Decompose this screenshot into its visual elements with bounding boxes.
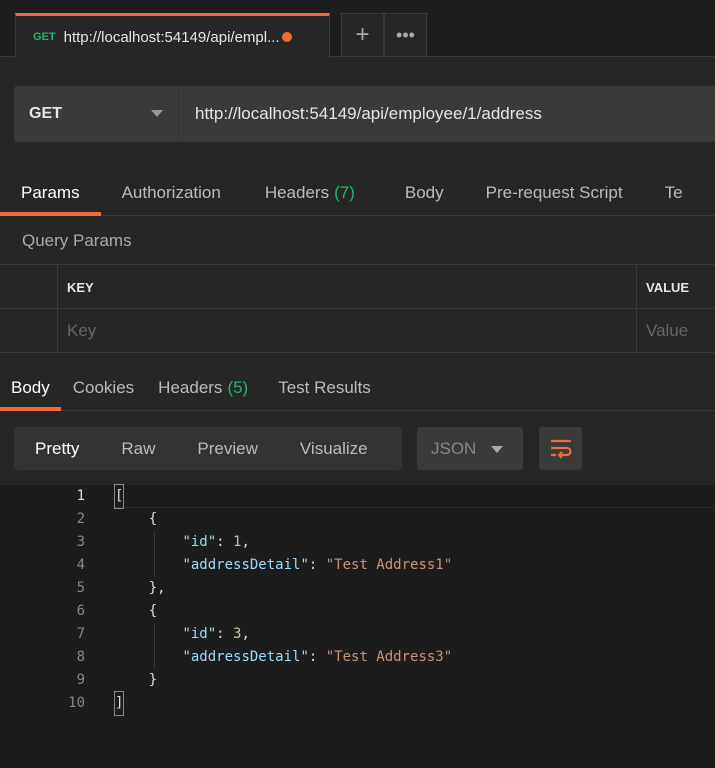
tab-headers[interactable]: Headers (7) <box>242 170 376 215</box>
chevron-down-icon <box>151 110 163 117</box>
response-body-editor[interactable]: 1 2 3 4 5 6 7 8 9 10 [ { "id": 1, "addre… <box>0 484 715 768</box>
code-line: [ <box>113 484 125 509</box>
format-select[interactable]: JSON <box>417 427 523 470</box>
view-visualize[interactable]: Visualize <box>279 439 389 459</box>
line-number: 9 <box>76 672 85 688</box>
tab-label: Te <box>664 182 683 202</box>
tab-body[interactable]: Body <box>376 170 465 215</box>
ellipsis-icon: ••• <box>396 24 415 45</box>
tab-label: Headers <box>264 182 330 202</box>
headers-count: (7) <box>334 182 355 202</box>
line-number: 1 <box>76 488 85 504</box>
url-input[interactable]: http://localhost:54149/api/employee/1/ad… <box>179 86 715 142</box>
line-number: 8 <box>76 649 85 665</box>
view-raw[interactable]: Raw <box>100 439 176 459</box>
format-value: JSON <box>431 438 477 458</box>
new-tab-button[interactable]: + <box>341 13 384 57</box>
json-key: "id" <box>182 626 217 642</box>
tab-label: Headers <box>158 377 223 397</box>
json-number: 3 <box>233 626 242 642</box>
view-mode-group: Pretty Raw Preview Visualize <box>14 427 402 470</box>
line-number: 7 <box>76 626 85 642</box>
code-line: "addressDetail": "Test Address1" <box>182 557 453 573</box>
query-params-title: Query Params <box>22 231 132 250</box>
code-line: } <box>115 672 158 688</box>
view-pretty[interactable]: Pretty <box>14 439 100 459</box>
line-number: 10 <box>68 695 85 711</box>
response-tabs: Body Cookies Headers (5) Test Results <box>0 365 715 411</box>
line-number: 4 <box>76 557 85 573</box>
code-line: "id": 1, <box>182 534 250 550</box>
current-line-border <box>115 507 715 508</box>
json-key: "id" <box>182 534 217 550</box>
value-input[interactable]: Value <box>636 309 715 353</box>
headers-count: (5) <box>227 377 249 397</box>
tab-title: http://localhost:54149/api/empl... <box>63 28 280 46</box>
tab-response-headers[interactable]: Headers (5) <box>146 365 260 410</box>
tab-label: Body <box>11 377 50 397</box>
tab-label: Params <box>21 182 80 202</box>
tab-label: Body <box>404 182 444 202</box>
code-line: "addressDetail": "Test Address3" <box>182 649 453 665</box>
unsaved-dot-icon <box>281 32 292 42</box>
value-header: VALUE <box>636 265 715 309</box>
tab-label: Cookies <box>72 377 135 397</box>
wrap-icon <box>550 439 572 459</box>
json-key: "addressDetail" <box>182 557 309 573</box>
tab-response-body[interactable]: Body <box>0 365 61 411</box>
request-tabs: Params Authorization Headers (7) Body Pre… <box>0 170 715 216</box>
code-line: { <box>115 511 158 527</box>
tab-cookies[interactable]: Cookies <box>61 365 146 410</box>
json-key: "addressDetail" <box>182 649 309 665</box>
method-select[interactable]: GET <box>14 86 179 142</box>
tab-test-results[interactable]: Test Results <box>260 365 389 410</box>
key-header: KEY <box>57 265 636 309</box>
code-line: ] <box>113 691 125 716</box>
tab-label: Pre-request Script <box>485 182 623 202</box>
tab-method: GET <box>33 31 56 43</box>
key-input[interactable]: Key <box>57 309 636 353</box>
tab-tests[interactable]: Te <box>644 170 704 215</box>
view-preview[interactable]: Preview <box>176 439 278 459</box>
method-value: GET <box>29 105 62 122</box>
line-number: 5 <box>76 580 85 596</box>
tab-authorization[interactable]: Authorization <box>101 170 242 215</box>
tab-params[interactable]: Params <box>0 170 101 216</box>
line-number: 3 <box>76 534 85 550</box>
code-line: }, <box>115 580 166 596</box>
request-tab[interactable]: GET http://localhost:54149/api/empl... <box>15 13 330 58</box>
code-line: "id": 3, <box>182 626 250 642</box>
json-string: "Test Address1" <box>325 557 453 573</box>
tab-label: Test Results <box>278 377 371 397</box>
json-number: 1 <box>233 534 242 550</box>
tab-label: Authorization <box>121 182 221 202</box>
line-number: 6 <box>76 603 85 619</box>
params-row: Key Value <box>0 308 715 353</box>
more-tabs-button[interactable]: ••• <box>384 13 427 57</box>
line-number: 2 <box>76 511 85 527</box>
url-value: http://localhost:54149/api/employee/1/ad… <box>195 104 542 123</box>
json-string: "Test Address3" <box>325 649 453 665</box>
params-header-row: KEY VALUE <box>0 264 715 309</box>
code-line: { <box>115 603 158 619</box>
plus-icon: + <box>355 21 370 48</box>
wrap-lines-button[interactable] <box>539 427 582 470</box>
chevron-down-icon <box>491 446 503 453</box>
tab-pre-request-script[interactable]: Pre-request Script <box>465 170 644 215</box>
